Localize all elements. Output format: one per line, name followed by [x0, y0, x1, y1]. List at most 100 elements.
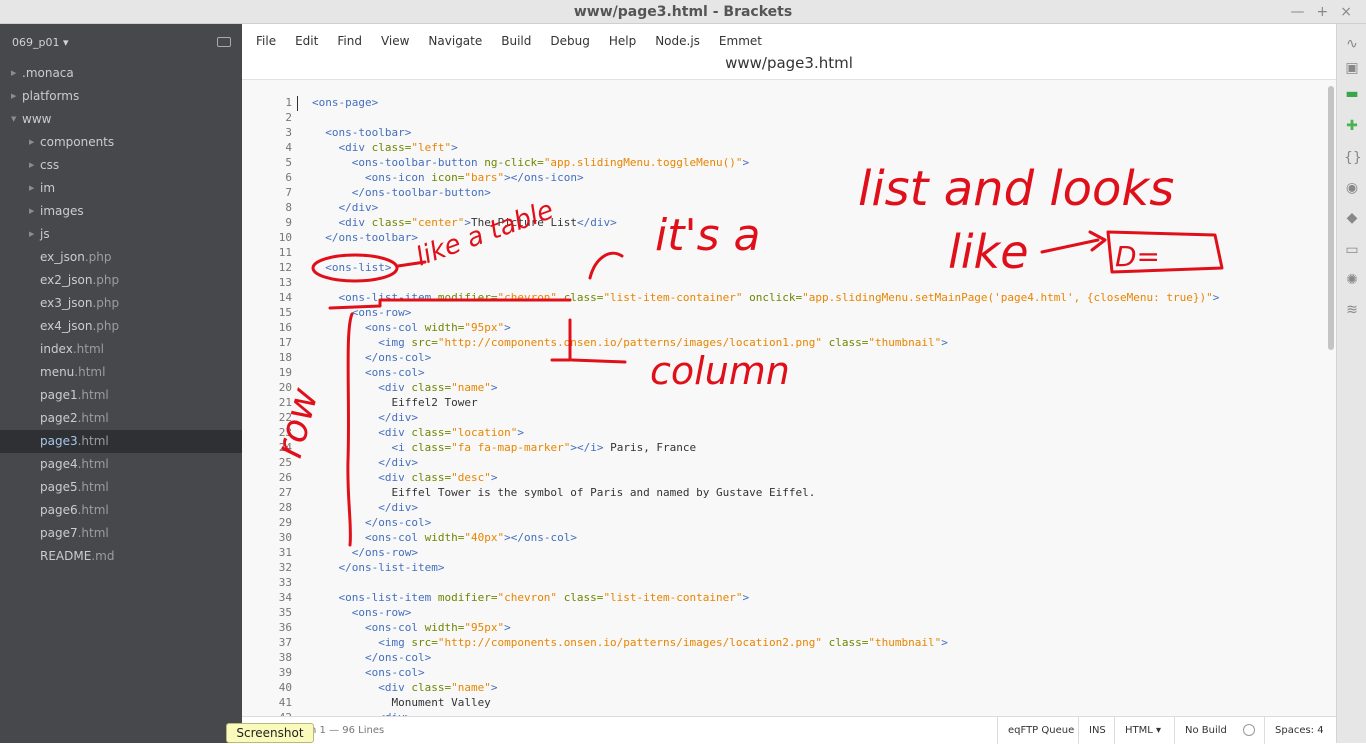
menu-find[interactable]: Find [337, 34, 362, 48]
braces-icon[interactable]: {} [1344, 150, 1362, 166]
code-line[interactable]: <div class="name"> [312, 380, 1219, 395]
gift-icon[interactable]: ✚ [1344, 118, 1360, 134]
folder-closed-icon[interactable]: ▶ [29, 131, 34, 154]
code-line[interactable]: <div class="left"> [312, 140, 1219, 155]
tree-file[interactable]: ex4_json.php [0, 315, 242, 338]
code-line[interactable]: <ons-page> [312, 95, 1219, 110]
scrollbar-thumb[interactable] [1328, 86, 1334, 350]
code-line[interactable]: </div> [312, 500, 1219, 515]
tree-file[interactable]: README.md [0, 545, 242, 568]
tree-file[interactable]: page6.html [0, 499, 242, 522]
code-line[interactable] [312, 110, 1219, 125]
palette-icon[interactable]: ◉ [1344, 180, 1360, 196]
tree-file[interactable]: ex2_json.php [0, 269, 242, 292]
code-line[interactable]: <ons-toolbar> [312, 125, 1219, 140]
code-line[interactable]: </div> [312, 200, 1219, 215]
code-line[interactable]: <img src="http://components.onsen.io/pat… [312, 635, 1219, 650]
menu-help[interactable]: Help [609, 34, 636, 48]
code-line[interactable]: <ons-col> [312, 665, 1219, 680]
menu-nodejs[interactable]: Node.js [655, 34, 700, 48]
code-line[interactable]: <i class="fa fa-map-marker"></i> Paris, … [312, 440, 1219, 455]
tree-folder[interactable]: ▶ im [0, 177, 242, 200]
insert-mode-toggle[interactable]: INS [1078, 717, 1116, 744]
code-line[interactable]: </div> [312, 455, 1219, 470]
tree-folder[interactable]: ▶ js [0, 223, 242, 246]
menu-build[interactable]: Build [501, 34, 531, 48]
code-line[interactable] [312, 245, 1219, 260]
code-line[interactable]: <ons-col width="95px"> [312, 620, 1219, 635]
layers-icon[interactable]: ≋ [1344, 302, 1360, 318]
code-line[interactable] [312, 275, 1219, 290]
code-line[interactable]: <ons-col> [312, 365, 1219, 380]
code-line[interactable]: </ons-toolbar-button> [312, 185, 1219, 200]
folder-icon[interactable]: ▭ [1344, 242, 1360, 258]
code-content[interactable]: <ons-page> <ons-toolbar> <div class="lef… [312, 95, 1219, 716]
code-line[interactable]: <ons-toolbar-button ng-click="app.slidin… [312, 155, 1219, 170]
tree-file[interactable]: menu.html [0, 361, 242, 384]
code-line[interactable]: <div class="desc"> [312, 470, 1219, 485]
tree-file[interactable]: ex3_json.php [0, 292, 242, 315]
indent-setting[interactable]: Spaces: 4 [1264, 717, 1334, 744]
tree-folder[interactable]: ▼ www [0, 108, 242, 131]
folder-closed-icon[interactable]: ▶ [29, 223, 34, 246]
code-line[interactable]: <ons-row> [312, 305, 1219, 320]
tree-file[interactable]: page2.html [0, 407, 242, 430]
code-line[interactable]: <ons-list-item modifier="chevron" class=… [312, 290, 1220, 305]
menu-view[interactable]: View [381, 34, 409, 48]
git-icon[interactable]: ◆ [1344, 210, 1360, 226]
ftp-icon[interactable]: ▬ [1344, 86, 1360, 102]
folder-closed-icon[interactable]: ▶ [29, 154, 34, 177]
code-line[interactable]: <div class="location"> [312, 425, 1219, 440]
tree-folder[interactable]: ▶ platforms [0, 85, 242, 108]
menu-file[interactable]: File [256, 34, 276, 48]
live-preview-icon[interactable]: ∿ [1344, 36, 1360, 52]
collapse-sidebar-icon[interactable] [217, 37, 231, 47]
code-line[interactable]: <ons-col width="95px"> [312, 320, 1219, 335]
code-line[interactable]: </ons-list-item> [312, 560, 1219, 575]
menu-navigate[interactable]: Navigate [428, 34, 482, 48]
folder-closed-icon[interactable]: ▶ [11, 62, 16, 85]
code-line[interactable]: Monument Valley [312, 695, 1219, 710]
code-editor[interactable]: 1 2 3 4 5 6 7 8 9 10 11 12 13 14 15 16 17 18 19 20 21 22 23 24 2… [242, 80, 1326, 716]
code-line[interactable]: </ons-col> [312, 515, 1219, 530]
vertical-scrollbar[interactable] [1326, 80, 1336, 716]
tree-file[interactable]: page7.html [0, 522, 242, 545]
screenshot-button[interactable]: Screenshot [226, 723, 314, 743]
code-line[interactable]: <div class="name"> [312, 680, 1219, 695]
lightbulb-icon[interactable]: ✺ [1344, 272, 1360, 288]
ftp-queue-button[interactable]: eqFTP Queue [997, 717, 1084, 744]
code-line[interactable]: <ons-col width="40px"></ons-col> [312, 530, 1219, 545]
tree-file[interactable]: page3.html [0, 430, 242, 453]
code-line[interactable]: <ons-icon icon="bars"></ons-icon> [312, 170, 1219, 185]
code-line[interactable]: </ons-col> [312, 350, 1219, 365]
minimize-icon[interactable]: — [1291, 4, 1305, 20]
code-line[interactable]: </ons-toolbar> [312, 230, 1219, 245]
tree-folder[interactable]: ▶ images [0, 200, 242, 223]
folder-closed-icon[interactable]: ▶ [29, 200, 34, 223]
extension-manager-icon[interactable]: ▣ [1344, 60, 1360, 76]
menu-debug[interactable]: Debug [550, 34, 589, 48]
code-line[interactable]: <ons-row> [312, 605, 1219, 620]
tree-file[interactable]: page1.html [0, 384, 242, 407]
project-dropdown[interactable]: 069_p01 ▾ [12, 36, 69, 49]
folder-closed-icon[interactable]: ▶ [11, 85, 16, 108]
tree-file[interactable]: page5.html [0, 476, 242, 499]
folder-closed-icon[interactable]: ▶ [29, 177, 34, 200]
menu-edit[interactable]: Edit [295, 34, 318, 48]
code-line[interactable] [312, 575, 1219, 590]
code-line[interactable]: </ons-row> [312, 545, 1219, 560]
tree-file[interactable]: ex_json.php [0, 246, 242, 269]
tree-folder[interactable]: ▶ components [0, 131, 242, 154]
cursor-position[interactable]: n 1 — 96 Lines [310, 725, 384, 736]
code-line[interactable]: <ons-list-item modifier="chevron" class=… [312, 590, 1219, 605]
code-line[interactable]: Eiffel Tower is the symbol of Paris and … [312, 485, 1219, 500]
linter-status-icon[interactable] [1233, 717, 1265, 744]
tree-file[interactable]: page4.html [0, 453, 242, 476]
code-line[interactable]: </div> [312, 410, 1219, 425]
code-line[interactable]: <div class="center">The Picture List</di… [312, 215, 1219, 230]
close-icon[interactable]: × [1340, 4, 1352, 20]
code-line[interactable]: </ons-col> [312, 650, 1219, 665]
menu-emmet[interactable]: Emmet [719, 34, 762, 48]
code-line[interactable]: <ons-list> [312, 260, 1219, 275]
language-select[interactable]: HTML ▾ [1114, 717, 1171, 744]
